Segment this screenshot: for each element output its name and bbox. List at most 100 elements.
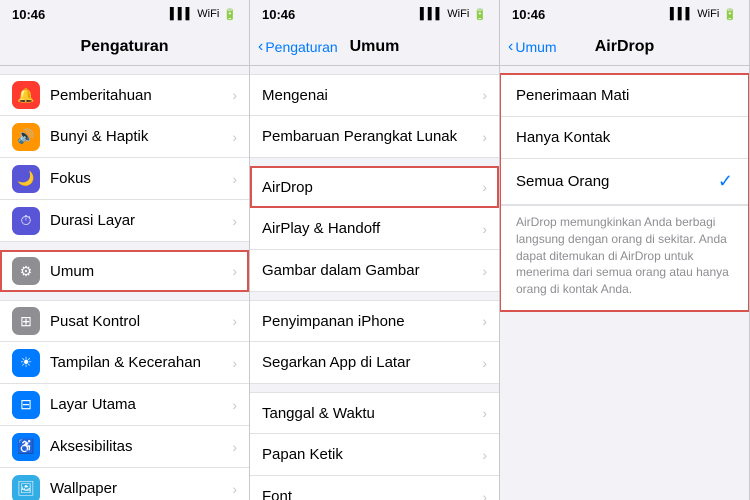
settings-row-pemberitahuan[interactable]: 🔔 Pemberitahuan › [0,74,249,116]
mengenai-label: Mengenai [262,87,482,104]
settings-row-tanggal[interactable]: Tanggal & Waktu › [250,392,499,434]
panel2-title: Umum [350,38,400,56]
penyimpanan-chevron: › [482,313,487,329]
umum-chevron: › [232,263,237,279]
pembaruan-chevron: › [482,129,487,145]
umum-group-2: AirDrop › AirPlay & Handoff › Gambar dal… [250,166,499,292]
tanggal-chevron: › [482,405,487,421]
back-label-3: Umum [515,39,556,55]
durasi-chevron: › [232,213,237,229]
settings-row-airdrop[interactable]: AirDrop › [250,166,499,208]
tanggal-label: Tanggal & Waktu [262,405,482,422]
settings-row-airplay[interactable]: AirPlay & Handoff › [250,208,499,250]
bunyi-icon: 🔊 [12,123,40,151]
layar-chevron: › [232,397,237,413]
airdrop-option-hanya-kontak[interactable]: Hanya Kontak [500,117,749,159]
gambar-chevron: › [482,263,487,279]
signal-icon: ▌▌▌ [170,8,193,20]
panel-pengaturan: 10:46 ▌▌▌ WiFi 🔋 Pengaturan 🔔 Pemberitah… [0,0,250,500]
settings-row-pembaruan[interactable]: Pembaruan Perangkat Lunak › [250,116,499,158]
panel1-content[interactable]: 🔔 Pemberitahuan › 🔊 Bunyi & Haptik › 🌙 F… [0,66,249,500]
fokus-icon: 🌙 [12,165,40,193]
penyimpanan-label: Penyimpanan iPhone [262,313,482,330]
pusat-chevron: › [232,313,237,329]
back-button-umum[interactable]: ‹ Umum [508,38,557,56]
aksesibilitas-label: Aksesibilitas [50,438,232,455]
wifi-icon: WiFi [197,8,219,20]
pemberitahuan-chevron: › [232,87,237,103]
aksesibilitas-chevron: › [232,439,237,455]
umum-icon: ⚙ [12,257,40,285]
status-time-2: 10:46 [262,7,295,22]
panel3-title: AirDrop [595,38,655,56]
settings-row-mengenai[interactable]: Mengenai › [250,74,499,116]
settings-row-font[interactable]: Font › [250,476,499,500]
status-bar-2: 10:46 ▌▌▌ WiFi 🔋 [250,0,499,28]
fokus-label: Fokus [50,170,232,187]
semua-orang-checkmark: ✓ [718,171,733,192]
settings-row-fokus[interactable]: 🌙 Fokus › [0,158,249,200]
wallpaper-chevron: › [232,481,237,497]
airdrop-option-semua-orang[interactable]: Semua Orang ✓ [500,159,749,205]
airdrop-chevron: › [482,179,487,195]
tampilan-icon: ☀ [12,349,40,377]
nav-bar-2: ‹ Pengaturan Umum [250,28,499,66]
settings-row-aksesibilitas[interactable]: ♿ Aksesibilitas › [0,426,249,468]
settings-row-bunyi[interactable]: 🔊 Bunyi & Haptik › [0,116,249,158]
back-label-2: Pengaturan [265,39,337,55]
airplay-label: AirPlay & Handoff [262,220,482,237]
papan-label: Papan Ketik [262,446,482,463]
settings-row-segarkan[interactable]: Segarkan App di Latar › [250,342,499,384]
settings-row-wallpaper[interactable]: 🖼 Wallpaper › [0,468,249,500]
settings-row-durasi[interactable]: ⏱ Durasi Layar › [0,200,249,242]
battery-icon-3: 🔋 [723,8,737,21]
settings-group-1: 🔔 Pemberitahuan › 🔊 Bunyi & Haptik › 🌙 F… [0,74,249,242]
status-icons-3: ▌▌▌ WiFi 🔋 [670,8,737,21]
segarkan-chevron: › [482,355,487,371]
wallpaper-label: Wallpaper [50,480,232,497]
wifi-icon-3: WiFi [697,8,719,20]
umum-group-3: Penyimpanan iPhone › Segarkan App di Lat… [250,300,499,384]
back-button-pengaturan[interactable]: ‹ Pengaturan [258,38,338,56]
umum-label: Umum [50,263,232,280]
layar-label: Layar Utama [50,396,232,413]
pemberitahuan-icon: 🔔 [12,81,40,109]
tampilan-label: Tampilan & Kecerahan [50,354,232,371]
settings-row-pusat[interactable]: ⊞ Pusat Kontrol › [0,300,249,342]
settings-row-gambar[interactable]: Gambar dalam Gambar › [250,250,499,292]
signal-icon-3: ▌▌▌ [670,8,693,20]
pembaruan-label: Pembaruan Perangkat Lunak [262,128,482,145]
font-chevron: › [482,489,487,500]
font-label: Font [262,488,482,500]
pusat-icon: ⊞ [12,307,40,335]
pusat-label: Pusat Kontrol [50,313,232,330]
airdrop-option-penerimaan-mati[interactable]: Penerimaan Mati [500,75,749,117]
nav-bar-1: Pengaturan [0,28,249,66]
signal-icon-2: ▌▌▌ [420,8,443,20]
layar-icon: ⊟ [12,391,40,419]
status-time-1: 10:46 [12,7,45,22]
airplay-chevron: › [482,221,487,237]
settings-row-penyimpanan[interactable]: Penyimpanan iPhone › [250,300,499,342]
airdrop-description: AirDrop memungkinkan Anda berbagi langsu… [500,205,749,310]
umum-group-1: Mengenai › Pembaruan Perangkat Lunak › [250,74,499,158]
wifi-icon-2: WiFi [447,8,469,20]
settings-row-layar[interactable]: ⊟ Layar Utama › [0,384,249,426]
status-bar-1: 10:46 ▌▌▌ WiFi 🔋 [0,0,249,28]
settings-row-tampilan[interactable]: ☀ Tampilan & Kecerahan › [0,342,249,384]
status-time-3: 10:46 [512,7,545,22]
wallpaper-icon: 🖼 [12,475,40,500]
penerimaan-mati-label: Penerimaan Mati [516,87,733,104]
mengenai-chevron: › [482,87,487,103]
nav-bar-3: ‹ Umum AirDrop [500,28,749,66]
settings-row-umum[interactable]: ⚙ Umum › [0,250,249,292]
tampilan-chevron: › [232,355,237,371]
battery-icon-2: 🔋 [473,8,487,21]
status-icons-1: ▌▌▌ WiFi 🔋 [170,8,237,21]
panel3-content[interactable]: Penerimaan Mati Hanya Kontak Semua Orang… [500,66,749,500]
settings-row-papan[interactable]: Papan Ketik › [250,434,499,476]
fokus-chevron: › [232,171,237,187]
panel2-content[interactable]: Mengenai › Pembaruan Perangkat Lunak › A… [250,66,499,500]
papan-chevron: › [482,447,487,463]
gambar-label: Gambar dalam Gambar [262,262,482,279]
